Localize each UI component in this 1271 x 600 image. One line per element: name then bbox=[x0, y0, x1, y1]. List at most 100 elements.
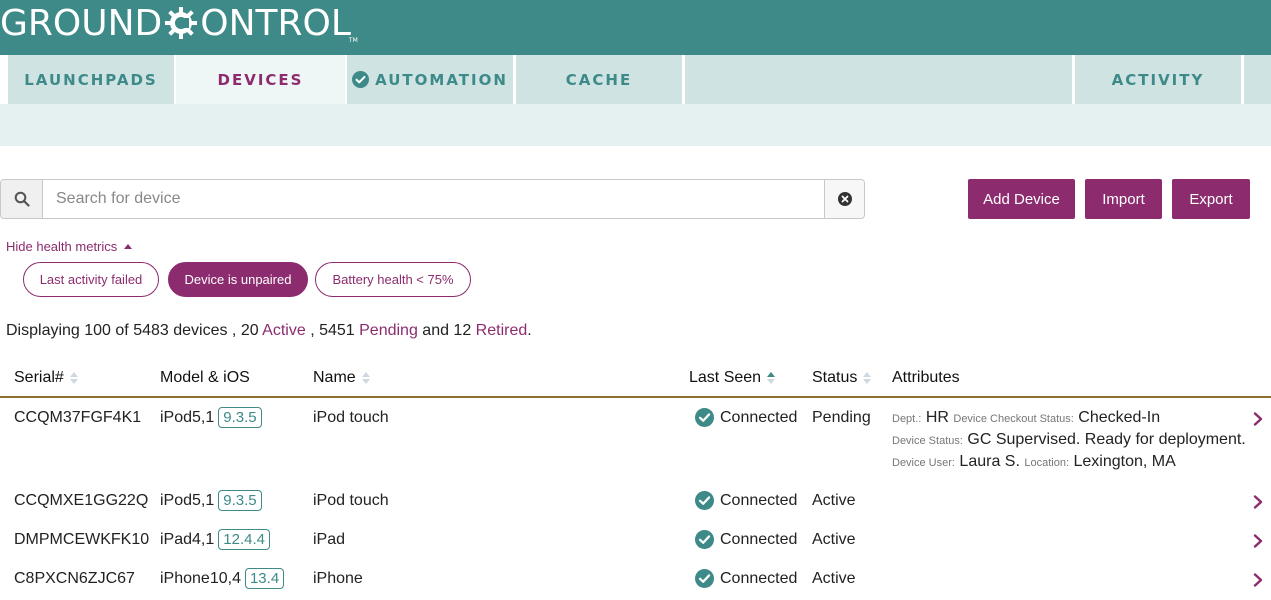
export-button[interactable]: Export bbox=[1172, 179, 1250, 219]
summary-mid2: and 12 bbox=[417, 322, 476, 339]
column-label: Name bbox=[313, 369, 356, 386]
model-text: iPad4,1 bbox=[160, 530, 215, 548]
logo-text-left: GROUND bbox=[0, 2, 163, 44]
serial-cell: C8PXCN6ZJC67 bbox=[14, 570, 135, 587]
tab-activity[interactable]: ACTIVITY bbox=[1075, 55, 1241, 104]
main-nav: LAUNCHPADS DEVICES AUTOMATION CACHE ACTI… bbox=[0, 55, 1271, 104]
clear-search-button[interactable] bbox=[824, 180, 864, 218]
chevron-right-icon[interactable] bbox=[1253, 534, 1263, 548]
status-cell: Pending bbox=[812, 409, 871, 426]
attr-key: Device Checkout Status: bbox=[953, 413, 1074, 425]
chevron-right-icon[interactable] bbox=[1253, 573, 1263, 587]
last-seen-text: Connected bbox=[720, 408, 798, 426]
sub-toolbar bbox=[0, 104, 1271, 146]
last-seen-text: Connected bbox=[720, 491, 798, 509]
column-serial[interactable]: Serial# bbox=[14, 369, 78, 387]
last-seen-cell: Connected bbox=[695, 408, 797, 427]
last-seen-cell: Connected bbox=[695, 530, 797, 549]
chevron-right-icon[interactable] bbox=[1253, 412, 1263, 426]
search-input[interactable] bbox=[43, 180, 824, 218]
status-cell: Active bbox=[812, 570, 856, 587]
column-last-seen[interactable]: Last Seen bbox=[689, 369, 776, 387]
filter-battery-health[interactable]: Battery health < 75% bbox=[315, 262, 471, 297]
ios-version-badge: 13.4 bbox=[244, 568, 285, 589]
serial-cell: DMPMCEWKFK10 bbox=[14, 531, 150, 548]
attr-value: Checked-In bbox=[1078, 409, 1161, 426]
tab-label: CACHE bbox=[565, 70, 633, 89]
table-header-divider bbox=[0, 396, 1271, 398]
trademark-mark: TM bbox=[348, 37, 358, 44]
column-status[interactable]: Status bbox=[812, 369, 872, 387]
attributes-line-1: Dept.: HR Device Checkout Status: Checke… bbox=[892, 409, 1160, 427]
gear-icon bbox=[165, 7, 198, 39]
sort-ascending-icon bbox=[767, 372, 776, 384]
summary-suffix: . bbox=[527, 322, 532, 339]
filter-device-unpaired[interactable]: Device is unpaired bbox=[168, 262, 308, 297]
tab-automation[interactable]: AUTOMATION bbox=[347, 55, 513, 104]
model-cell: iPad4,1 12.4.4 bbox=[160, 529, 270, 550]
app-header: GROUND ONTROL TM bbox=[0, 0, 1271, 55]
check-circle-icon bbox=[352, 71, 370, 88]
tab-label: LAUNCHPADS bbox=[24, 70, 158, 89]
ground-control-logo[interactable]: GROUND ONTROL TM bbox=[0, 2, 358, 45]
filter-last-activity-failed[interactable]: Last activity failed bbox=[23, 262, 159, 297]
tab-spacer bbox=[685, 55, 1072, 104]
tab-launchpads[interactable]: LAUNCHPADS bbox=[8, 55, 174, 104]
hide-health-metrics-toggle[interactable]: Hide health metrics bbox=[6, 239, 133, 254]
sort-icon bbox=[69, 372, 78, 384]
last-seen-cell: Connected bbox=[695, 491, 797, 510]
import-button[interactable]: Import bbox=[1085, 179, 1162, 219]
attr-value: Laura S. bbox=[959, 453, 1020, 470]
toggle-label: Hide health metrics bbox=[6, 239, 118, 254]
last-seen-text: Connected bbox=[720, 569, 798, 587]
summary-mid1: , 5451 bbox=[305, 322, 360, 339]
attributes-line-2: Device Status: GC Supervised. Ready for … bbox=[892, 431, 1246, 449]
status-cell: Active bbox=[812, 492, 856, 509]
column-label: Last Seen bbox=[689, 369, 762, 386]
model-text: iPhone10,4 bbox=[160, 569, 241, 587]
retired-link[interactable]: Retired bbox=[476, 322, 528, 339]
serial-cell: CCQMXE1GG22Q bbox=[14, 492, 149, 509]
tab-cache[interactable]: CACHE bbox=[516, 55, 682, 104]
active-link[interactable]: Active bbox=[262, 322, 306, 339]
connected-check-icon bbox=[695, 530, 714, 549]
column-attributes: Attributes bbox=[892, 369, 960, 387]
device-summary: Displaying 100 of 5483 devices , 20 Acti… bbox=[6, 322, 532, 340]
tab-overflow bbox=[1244, 55, 1271, 104]
connected-check-icon bbox=[695, 491, 714, 510]
connected-check-icon bbox=[695, 569, 714, 588]
pending-link[interactable]: Pending bbox=[359, 322, 418, 339]
sort-icon bbox=[863, 372, 872, 384]
clear-icon bbox=[837, 192, 852, 206]
name-cell: iPhone bbox=[313, 570, 363, 587]
attr-value: HR bbox=[925, 409, 949, 426]
name-cell: iPad bbox=[313, 531, 346, 548]
tab-devices[interactable]: DEVICES bbox=[176, 55, 345, 104]
column-label: Serial# bbox=[14, 369, 64, 386]
ios-version-badge: 12.4.4 bbox=[218, 529, 270, 550]
model-text: iPod5,1 bbox=[160, 408, 215, 426]
attributes-line-3: Device User: Laura S. Location: Lexingto… bbox=[892, 453, 1176, 471]
column-name[interactable]: Name bbox=[313, 369, 370, 387]
caret-up-icon bbox=[124, 244, 133, 249]
summary-prefix: Displaying 100 of 5483 devices , 20 bbox=[6, 322, 263, 339]
logo-text-right: ONTROL bbox=[200, 2, 351, 44]
status-cell: Active bbox=[812, 531, 856, 548]
connected-check-icon bbox=[695, 408, 714, 427]
last-seen-text: Connected bbox=[720, 530, 798, 548]
column-model: Model & iOS bbox=[160, 369, 250, 387]
add-device-button[interactable]: Add Device bbox=[968, 179, 1075, 219]
attr-key: Device Status: bbox=[892, 435, 963, 447]
tab-label: AUTOMATION bbox=[375, 70, 508, 89]
tab-label: ACTIVITY bbox=[1111, 70, 1205, 89]
chevron-right-icon[interactable] bbox=[1253, 495, 1263, 509]
attr-key: Location: bbox=[1024, 457, 1070, 469]
name-cell: iPod touch bbox=[313, 492, 389, 509]
search-button[interactable] bbox=[1, 180, 43, 218]
column-label: Attributes bbox=[892, 369, 960, 386]
attr-key: Device User: bbox=[892, 457, 955, 469]
model-cell: iPhone10,4 13.4 bbox=[160, 568, 285, 589]
ios-version-badge: 9.3.5 bbox=[218, 407, 262, 428]
attr-key: Dept.: bbox=[892, 413, 922, 425]
last-seen-cell: Connected bbox=[695, 569, 797, 588]
